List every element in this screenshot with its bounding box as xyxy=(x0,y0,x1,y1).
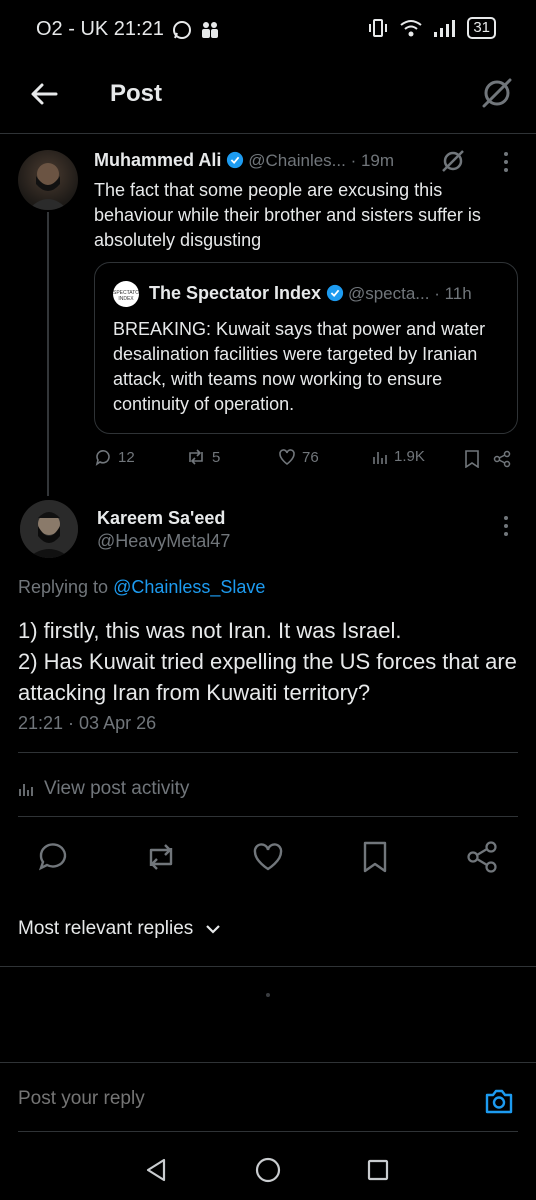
carrier-time: O2 - UK 21:21 xyxy=(36,18,164,40)
page-title: Post xyxy=(110,80,163,107)
repost-count: 5 xyxy=(212,448,221,466)
heart-icon xyxy=(279,449,295,465)
quoted-post-card[interactable]: SPECTATOR INDEX The Spectator Index @spe… xyxy=(94,262,518,434)
grok-icon[interactable] xyxy=(480,76,514,110)
heart-icon[interactable] xyxy=(251,840,285,874)
avatar-muhammed-ali[interactable] xyxy=(18,150,78,210)
main-post-line-2: 2) Has Kuwait tried expelling the US for… xyxy=(18,649,517,705)
bookmark-icon[interactable] xyxy=(358,840,392,874)
nav-back-icon[interactable] xyxy=(144,1157,168,1183)
spectator-index-logo: SPECTATOR INDEX xyxy=(113,281,139,307)
author-name[interactable]: Muhammed Ali xyxy=(94,150,221,170)
quote-text: BREAKING: Kuwait says that power and wat… xyxy=(113,319,486,414)
chevron-down-icon xyxy=(206,925,221,934)
replying-to: Replying to @Chainless_Slave xyxy=(18,577,265,598)
author-name[interactable]: Kareem Sa'eed xyxy=(97,508,225,529)
loading-dot xyxy=(266,993,270,997)
view-post-activity-label: View post activity xyxy=(44,778,190,799)
analytics-icon xyxy=(19,784,33,796)
reply-input[interactable] xyxy=(18,1085,458,1113)
divider xyxy=(0,966,536,967)
main-post-text: 1) firstly, this was not Iran. It was Is… xyxy=(18,615,518,708)
divider xyxy=(18,1131,518,1132)
main-post-line-1: 1) firstly, this was not Iran. It was Is… xyxy=(18,618,402,643)
like-count: 76 xyxy=(302,448,319,466)
top-app-bar: Post xyxy=(0,60,536,134)
reply-icon xyxy=(95,450,110,466)
views-count: 1.9K xyxy=(394,448,425,465)
view-post-activity-link[interactable]: View post activity xyxy=(18,778,189,800)
back-arrow-icon[interactable] xyxy=(28,78,60,110)
more-options-icon[interactable] xyxy=(496,150,516,174)
system-navigation-bar xyxy=(0,1140,536,1200)
whatsapp-icon xyxy=(172,20,191,39)
repost-icon xyxy=(189,449,203,465)
thread-connector-line xyxy=(47,212,49,496)
quote-header: The Spectator Index @specta... · 11h xyxy=(149,283,509,304)
repost-count-button[interactable]: 5 xyxy=(186,448,220,466)
divider xyxy=(18,752,518,753)
sort-replies-dropdown[interactable]: Most relevant replies xyxy=(18,918,221,940)
grok-small-icon[interactable] xyxy=(440,148,466,174)
person-silhouette-icon xyxy=(20,500,78,558)
nav-home-icon[interactable] xyxy=(255,1157,281,1183)
vibrate-icon xyxy=(369,19,388,37)
quote-author-name: The Spectator Index xyxy=(149,283,322,303)
analytics-icon xyxy=(373,451,387,464)
more-options-icon[interactable] xyxy=(496,514,516,538)
post-timestamp: 21:21 · 03 Apr 26 xyxy=(18,713,157,733)
like-count-button[interactable]: 76 xyxy=(278,448,319,466)
reply-icon[interactable] xyxy=(36,840,70,874)
replying-prefix: Replying to xyxy=(18,577,109,597)
person-silhouette-icon xyxy=(28,163,68,210)
wifi-icon xyxy=(400,20,422,37)
bookmark-icon[interactable] xyxy=(464,450,480,468)
quote-handle-time: @specta... · 11h xyxy=(347,284,472,303)
parent-post-text: The fact that some people are excusing t… xyxy=(94,180,481,250)
reply-composer xyxy=(0,1062,536,1132)
handle-time: @Chainles... · 19m xyxy=(248,151,395,170)
verified-badge-icon xyxy=(226,151,243,169)
teams-icon xyxy=(201,21,218,38)
views-count-button[interactable]: 1.9K xyxy=(372,448,425,465)
nav-recents-icon[interactable] xyxy=(367,1159,389,1181)
sort-label: Most relevant replies xyxy=(18,918,194,939)
avatar-kareem-saeed[interactable] xyxy=(20,500,78,558)
signal-icon xyxy=(434,20,456,37)
logo-text: SPECTATOR INDEX xyxy=(113,290,139,302)
replying-to-link[interactable]: @Chainless_Slave xyxy=(113,577,265,597)
share-icon[interactable] xyxy=(493,450,511,468)
status-bar: O2 - UK 21:21 31 xyxy=(0,0,536,60)
share-icon[interactable] xyxy=(465,840,499,874)
battery-indicator: 31 xyxy=(467,17,496,39)
author-handle[interactable]: @HeavyMetal47 xyxy=(97,531,230,552)
parent-post-header: Muhammed Ali @Chainles... · 19m xyxy=(94,150,494,171)
reply-count-button[interactable]: 12 xyxy=(94,448,135,466)
camera-icon[interactable] xyxy=(484,1087,514,1115)
verified-badge-icon xyxy=(326,284,343,302)
repost-icon[interactable] xyxy=(144,840,178,874)
divider xyxy=(18,816,518,817)
reply-count: 12 xyxy=(118,448,135,466)
